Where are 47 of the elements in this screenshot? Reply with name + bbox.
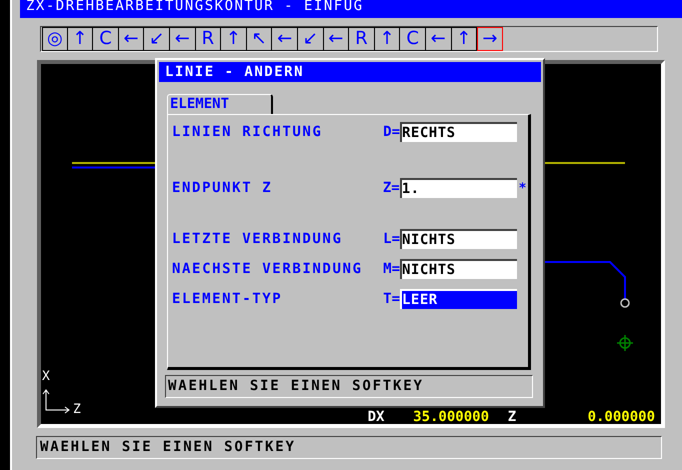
- contour-element-button[interactable]: ↑: [68, 27, 94, 51]
- field-label: ENDPUNKT Z: [172, 180, 274, 196]
- contour-element-button[interactable]: →: [477, 27, 503, 51]
- field-key: L=: [376, 231, 400, 247]
- contour-element-button[interactable]: R: [349, 27, 375, 51]
- contour-element-button[interactable]: ↙: [298, 27, 324, 51]
- crosshair-icon: [617, 335, 633, 351]
- point-marker-icon: [620, 298, 630, 308]
- field-label: NAECHSTE VERBINDUNG: [172, 261, 364, 277]
- input-field[interactable]: LEER: [400, 289, 517, 309]
- field-label: ELEMENT-TYP: [172, 291, 284, 307]
- input-field[interactable]: NICHTS: [400, 229, 517, 249]
- contour-element-button[interactable]: R: [196, 27, 222, 51]
- contour-element-button[interactable]: C: [93, 27, 119, 51]
- contour-element-button[interactable]: ←: [272, 27, 298, 51]
- input-field[interactable]: 1.: [400, 178, 517, 198]
- status-bar: WAEHLEN SIE EINEN SOFTKEY: [36, 436, 662, 459]
- contour-element-button[interactable]: ←: [118, 27, 144, 51]
- axis-label: X: [42, 370, 50, 383]
- contour-element-button[interactable]: ←: [426, 27, 452, 51]
- field-label: LINIEN RICHTUNG: [172, 124, 324, 140]
- readout-value: 0.000000: [586, 410, 655, 424]
- contour-element-button[interactable]: ↑: [452, 27, 478, 51]
- field-key: T=: [376, 291, 400, 307]
- field-key: Z=: [376, 180, 400, 196]
- contour-element-button[interactable]: ◎: [42, 27, 68, 51]
- contour-element-button[interactable]: ←: [324, 27, 350, 51]
- contour-element-button[interactable]: ↑: [221, 27, 247, 51]
- field-key: M=: [376, 261, 400, 277]
- input-field[interactable]: RECHTS: [400, 122, 517, 142]
- element-tab[interactable]: ELEMENT: [167, 94, 273, 114]
- field-label: LETZTE VERBINDUNG: [172, 231, 344, 247]
- contour-element-button[interactable]: ↑: [374, 27, 400, 51]
- dialog-title: LINIE - ANDERN: [159, 62, 541, 82]
- axis-label: Z: [73, 403, 81, 416]
- contour-element-button[interactable]: ↙: [144, 27, 170, 51]
- input-field[interactable]: NICHTS: [400, 259, 517, 279]
- message-bar: WAEHLEN SIE EINEN SOFTKEY: [165, 375, 533, 398]
- required-marker: *: [518, 180, 528, 196]
- contour-element-button[interactable]: ←: [170, 27, 196, 51]
- readout-label: DX: [366, 410, 386, 424]
- readout-label: Z: [506, 410, 518, 424]
- readout-value: 35.000000: [412, 410, 489, 424]
- contour-element-button[interactable]: ↖: [246, 27, 272, 51]
- contour-element-button[interactable]: C: [400, 27, 426, 51]
- field-key: D=: [376, 124, 400, 140]
- axis-arrows-icon: [42, 389, 70, 414]
